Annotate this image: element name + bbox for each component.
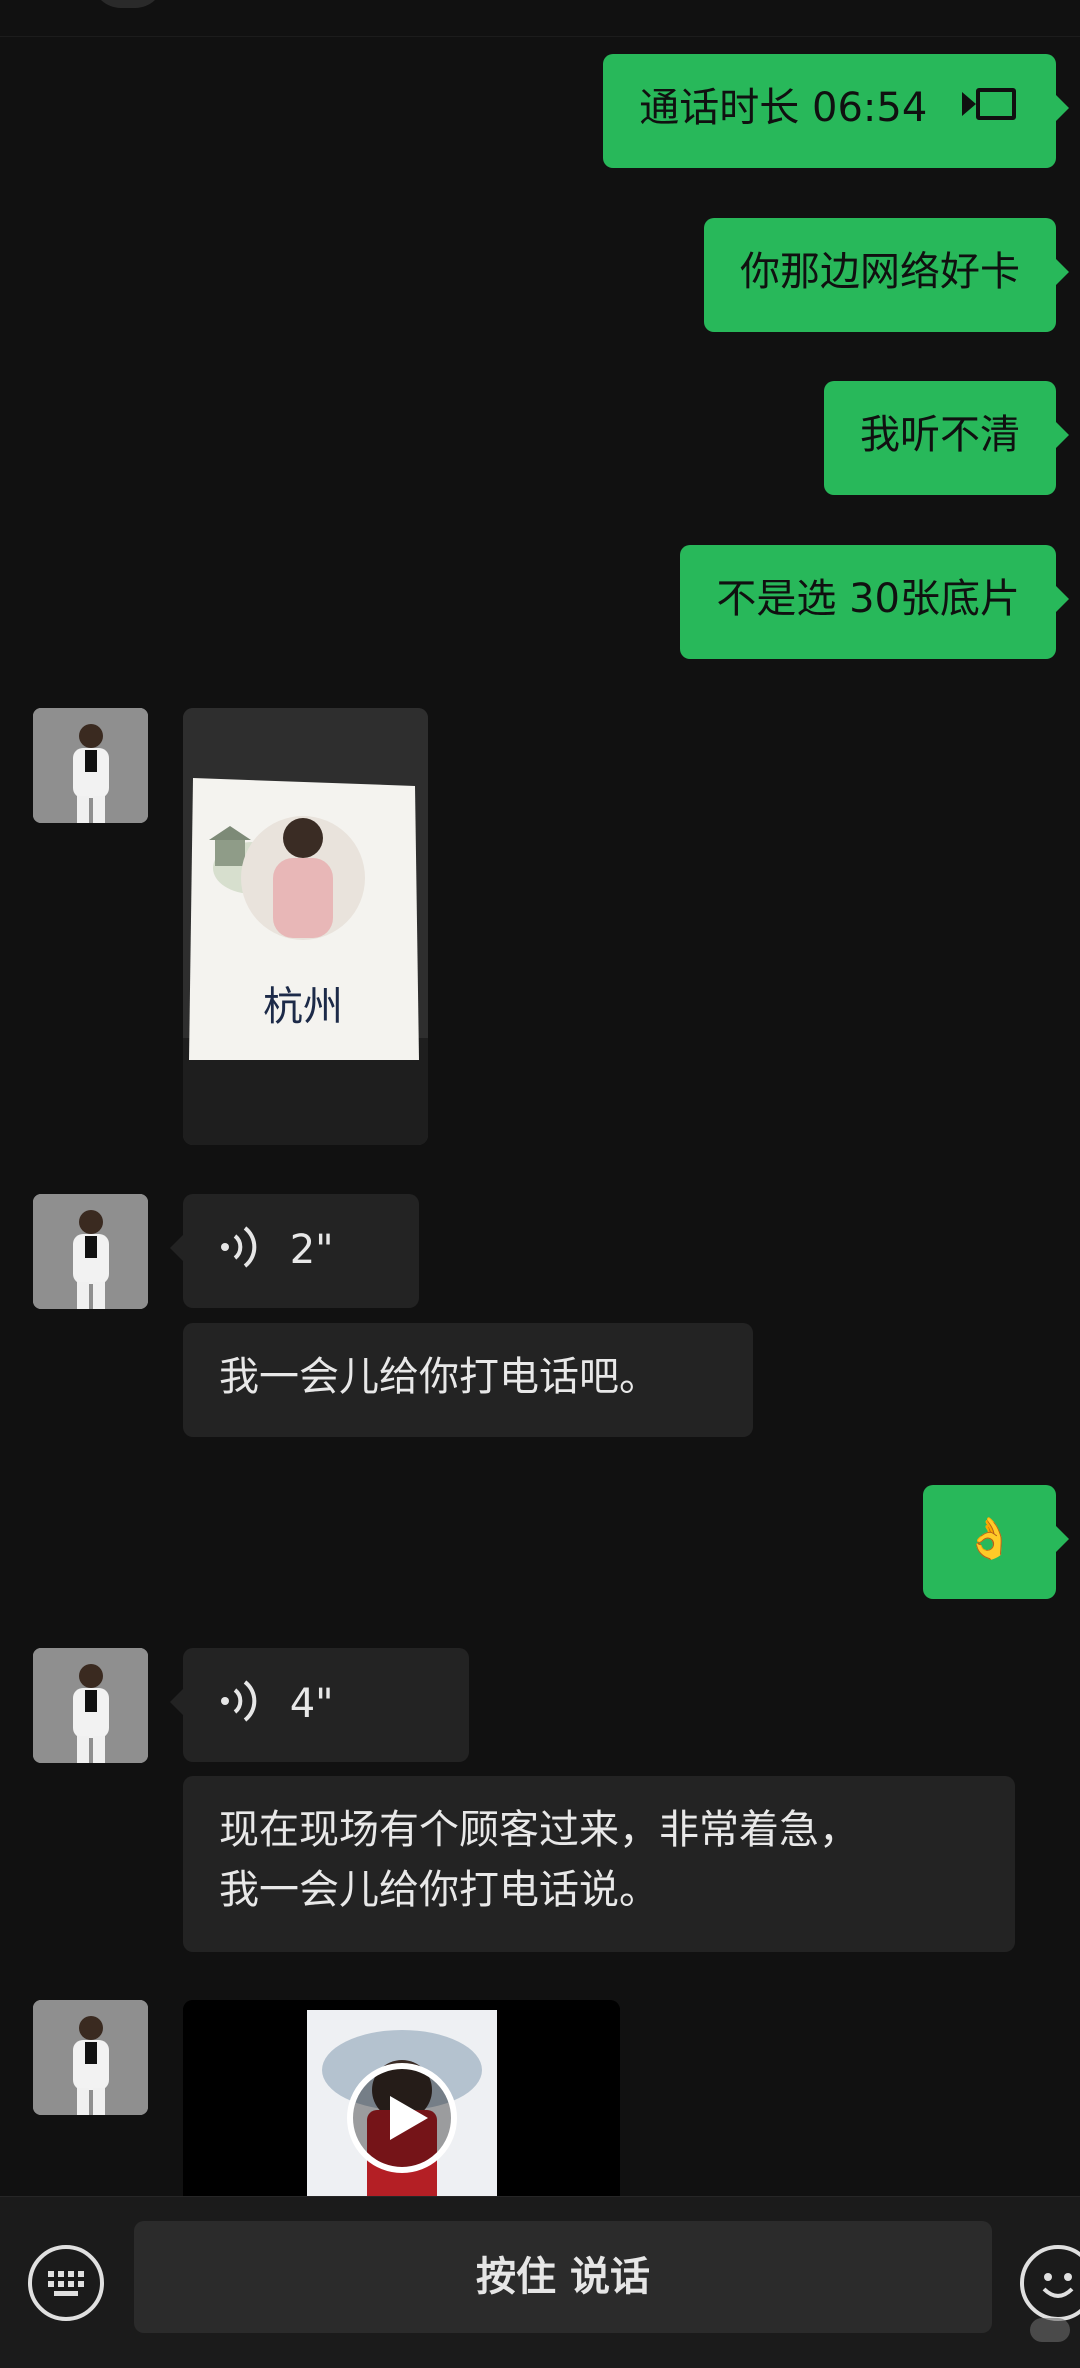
call-duration-text: 通话时长 06:54	[639, 85, 928, 131]
person-avatar-image	[33, 2000, 148, 2115]
ok-hand-emoji: 👌	[964, 1516, 1015, 1562]
divider	[0, 36, 1080, 37]
voice-transcript[interactable]: 我一会儿给你打电话吧。	[183, 1323, 753, 1437]
video-message[interactable]	[183, 2000, 620, 2210]
person-avatar-image	[33, 1194, 148, 1309]
voice-wave-icon	[221, 1226, 257, 1268]
outgoing-message[interactable]: 不是选 30张底片	[680, 545, 1069, 659]
smiley-icon	[1042, 2273, 1074, 2298]
outgoing-message[interactable]: 我听不清	[824, 381, 1069, 495]
call-record-bubble[interactable]: 通话时长 06:54	[603, 54, 1069, 168]
hold-to-talk-button[interactable]: 按住 说话	[134, 2221, 992, 2333]
contact-avatar[interactable]	[33, 708, 148, 823]
transcript-text-line: 现在现场有个顾客过来，非常着急，	[219, 1807, 859, 1853]
chat-screen: 通话时长 06:54 你那边网络好卡 我听不清 不是选 30张底片 杭州 2" …	[0, 0, 1080, 2368]
contact-avatar[interactable]	[33, 1648, 148, 1763]
avatar-peek	[92, 0, 164, 8]
voice-message[interactable]: 2"	[170, 1194, 419, 1308]
contact-avatar[interactable]	[33, 1194, 148, 1309]
person-avatar-image	[33, 1648, 148, 1763]
transcript-text: 我一会儿给你打电话吧。	[219, 1354, 659, 1400]
voice-duration: 2"	[289, 1227, 334, 1273]
voice-duration: 4"	[289, 1681, 334, 1727]
video-call-icon	[962, 88, 1020, 124]
voice-wave-icon	[221, 1680, 257, 1722]
voice-transcript[interactable]: 现在现场有个顾客过来，非常着急， 我一会儿给你打电话说。	[183, 1776, 1015, 1952]
keyboard-toggle-button[interactable]	[28, 2245, 104, 2321]
voice-message[interactable]: 4"	[170, 1648, 469, 1762]
message-text: 我听不清	[860, 412, 1020, 458]
message-text: 你那边网络好卡	[740, 249, 1020, 295]
album-caption: 杭州	[263, 984, 343, 1030]
chat-input-bar: 按住 说话	[0, 2196, 1080, 2368]
transcript-text-line: 我一会儿给你打电话说。	[219, 1867, 659, 1913]
play-icon[interactable]	[344, 2060, 460, 2176]
outgoing-message[interactable]: 你那边网络好卡	[704, 218, 1069, 332]
outgoing-emoji-message[interactable]: 👌	[923, 1485, 1069, 1599]
photo-album-image: 杭州	[183, 708, 428, 1145]
image-message[interactable]: 杭州	[183, 708, 428, 1145]
watermark-badge	[1030, 2318, 1070, 2342]
message-text: 不是选 30张底片	[716, 576, 1020, 622]
emoji-button[interactable]	[1020, 2245, 1080, 2321]
person-avatar-image	[33, 708, 148, 823]
contact-avatar[interactable]	[33, 2000, 148, 2115]
keyboard-icon	[48, 2271, 84, 2296]
